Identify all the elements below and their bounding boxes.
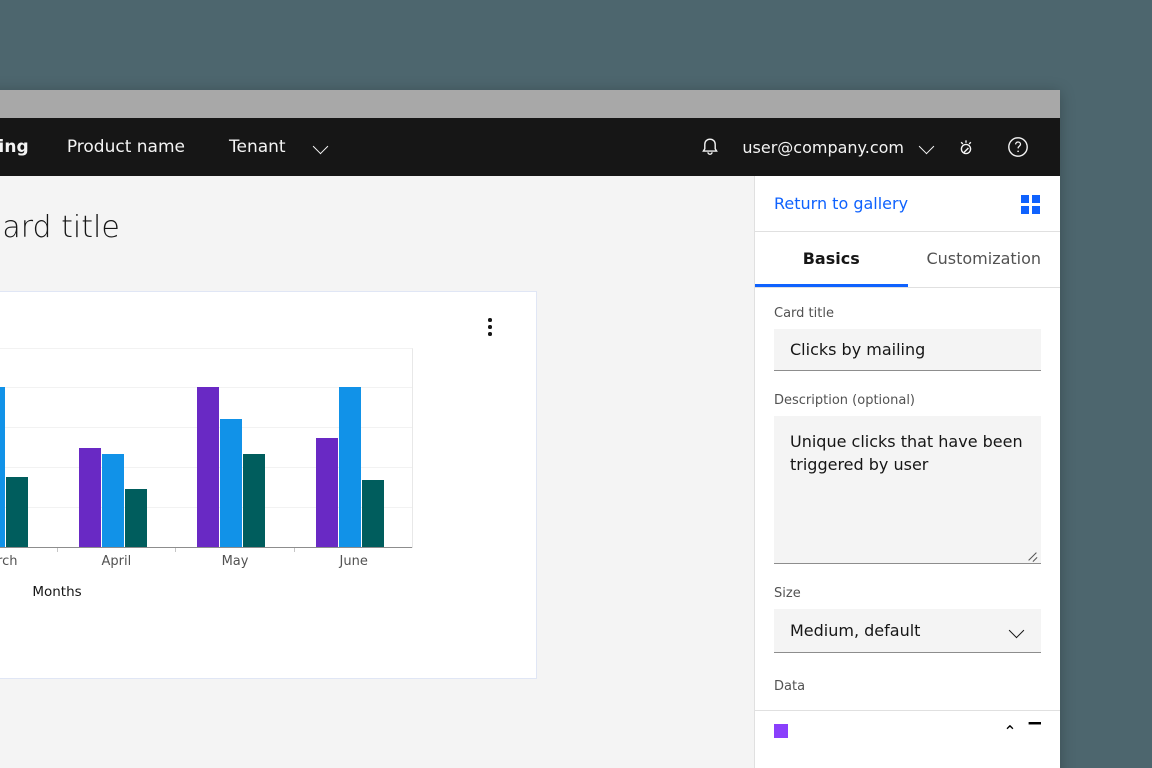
chart-bar-group [0, 349, 57, 547]
browser-chrome-bar [0, 90, 1060, 118]
chart-bar-group [56, 349, 176, 552]
chart-bar[interactable] [220, 419, 242, 547]
dashboard-card: nailing JanuaryFeburaryMarchAprilMayJune… [0, 291, 537, 679]
chevron-down-icon [312, 137, 332, 157]
tab-basics[interactable]: Basics [755, 232, 908, 287]
panel-tabs: Basics Customization [755, 232, 1060, 288]
nav-item-tenant-label: Tenant [228, 137, 286, 157]
chart-bar[interactable] [243, 454, 265, 547]
description-label: Description (optional) [774, 393, 916, 408]
idea-button[interactable] [940, 118, 992, 176]
chart-x-axis-title: Months [32, 584, 82, 600]
size-label: Size [774, 586, 801, 601]
help-circle-icon [1008, 137, 1028, 157]
user-email-label[interactable]: user@company.com [736, 138, 916, 157]
chart-bar-groups [0, 349, 413, 552]
chart-x-tick-label: March [0, 554, 18, 569]
size-field: Size Medium, default [774, 586, 1041, 653]
chart-bar[interactable] [197, 387, 219, 547]
chart-x-axis [0, 547, 412, 548]
notifications-button[interactable] [684, 118, 736, 176]
page-body: oard title nailing JanuaryFeburaryMarchA… [0, 176, 1060, 768]
chart-x-tick-label: May [221, 554, 249, 569]
size-select-value: Medium, default [790, 621, 921, 640]
screen: rling Product name Tenant user@company.c… [0, 0, 1152, 768]
card-header: nailing [0, 292, 536, 348]
overflow-menu-icon[interactable] [479, 314, 501, 340]
browser-window: rling Product name Tenant user@company.c… [0, 90, 1060, 768]
user-menu-button[interactable] [916, 118, 940, 176]
card-title-field: Card title Clicks by mailing [774, 306, 1041, 371]
chevron-down-icon [918, 137, 938, 157]
chart-bar[interactable] [361, 479, 384, 547]
chart-bar[interactable] [338, 387, 361, 547]
chart-bar-group [175, 349, 294, 552]
side-panel: Return to gallery Basics Customization C… [754, 176, 1060, 768]
brand-name[interactable]: rling [0, 137, 45, 157]
chart-plot-area [0, 348, 413, 552]
card-title-label: Card title [774, 306, 834, 321]
chart-bar[interactable] [0, 387, 5, 547]
chart-bar[interactable] [124, 489, 147, 547]
card-title-input[interactable]: Clicks by mailing [774, 329, 1041, 371]
card-title: nailing [0, 314, 479, 336]
header-actions: user@company.com [684, 118, 1060, 176]
grid-icon[interactable] [1020, 193, 1042, 215]
panel-top-bar: Return to gallery [755, 176, 1060, 232]
data-section: Data ⌃ ▔ [755, 675, 1060, 741]
panel-body: Card title Clicks by mailing Description… [755, 288, 1060, 741]
chart-bar[interactable] [101, 454, 124, 547]
app-header: rling Product name Tenant user@company.c… [0, 118, 1060, 176]
drag-icon[interactable]: ⌃ [1003, 722, 1016, 741]
chart-x-tick-label: April [101, 554, 132, 569]
chart-x-tick-label: June [339, 554, 368, 569]
description-field: Description (optional) Unique clicks tha… [774, 393, 1041, 564]
chart-bar[interactable] [78, 447, 101, 547]
data-row[interactable]: ⌃ ▔ [774, 711, 1041, 741]
chart-bar[interactable] [6, 476, 28, 547]
description-textarea[interactable]: Unique clicks that have been triggered b… [774, 416, 1041, 564]
help-button[interactable] [992, 118, 1044, 176]
lightbulb-icon [960, 140, 972, 155]
return-to-gallery-link[interactable]: Return to gallery [774, 194, 1020, 213]
size-select[interactable]: Medium, default [774, 609, 1041, 653]
resize-grip-icon[interactable] [1026, 548, 1038, 560]
nav-item-tenant[interactable]: Tenant [207, 118, 296, 176]
series-color-swatch[interactable] [774, 724, 788, 738]
bell-icon [702, 138, 719, 155]
bar-chart: JanuaryFeburaryMarchAprilMayJune Months … [0, 348, 536, 648]
description-text: Unique clicks that have been triggered b… [790, 432, 1023, 475]
chart-bar-group [293, 349, 413, 552]
chart-x-tick-labels: JanuaryFeburaryMarchAprilMayJune [0, 554, 413, 569]
trash-icon[interactable]: ▔ [1029, 722, 1041, 741]
chevron-down-icon [1009, 623, 1025, 639]
nav-item-product-name[interactable]: Product name [45, 118, 207, 176]
tab-customization[interactable]: Customization [908, 232, 1061, 287]
chart-bar[interactable] [315, 438, 338, 547]
tenant-chevron-button[interactable] [296, 118, 348, 176]
data-section-label: Data [774, 679, 806, 694]
